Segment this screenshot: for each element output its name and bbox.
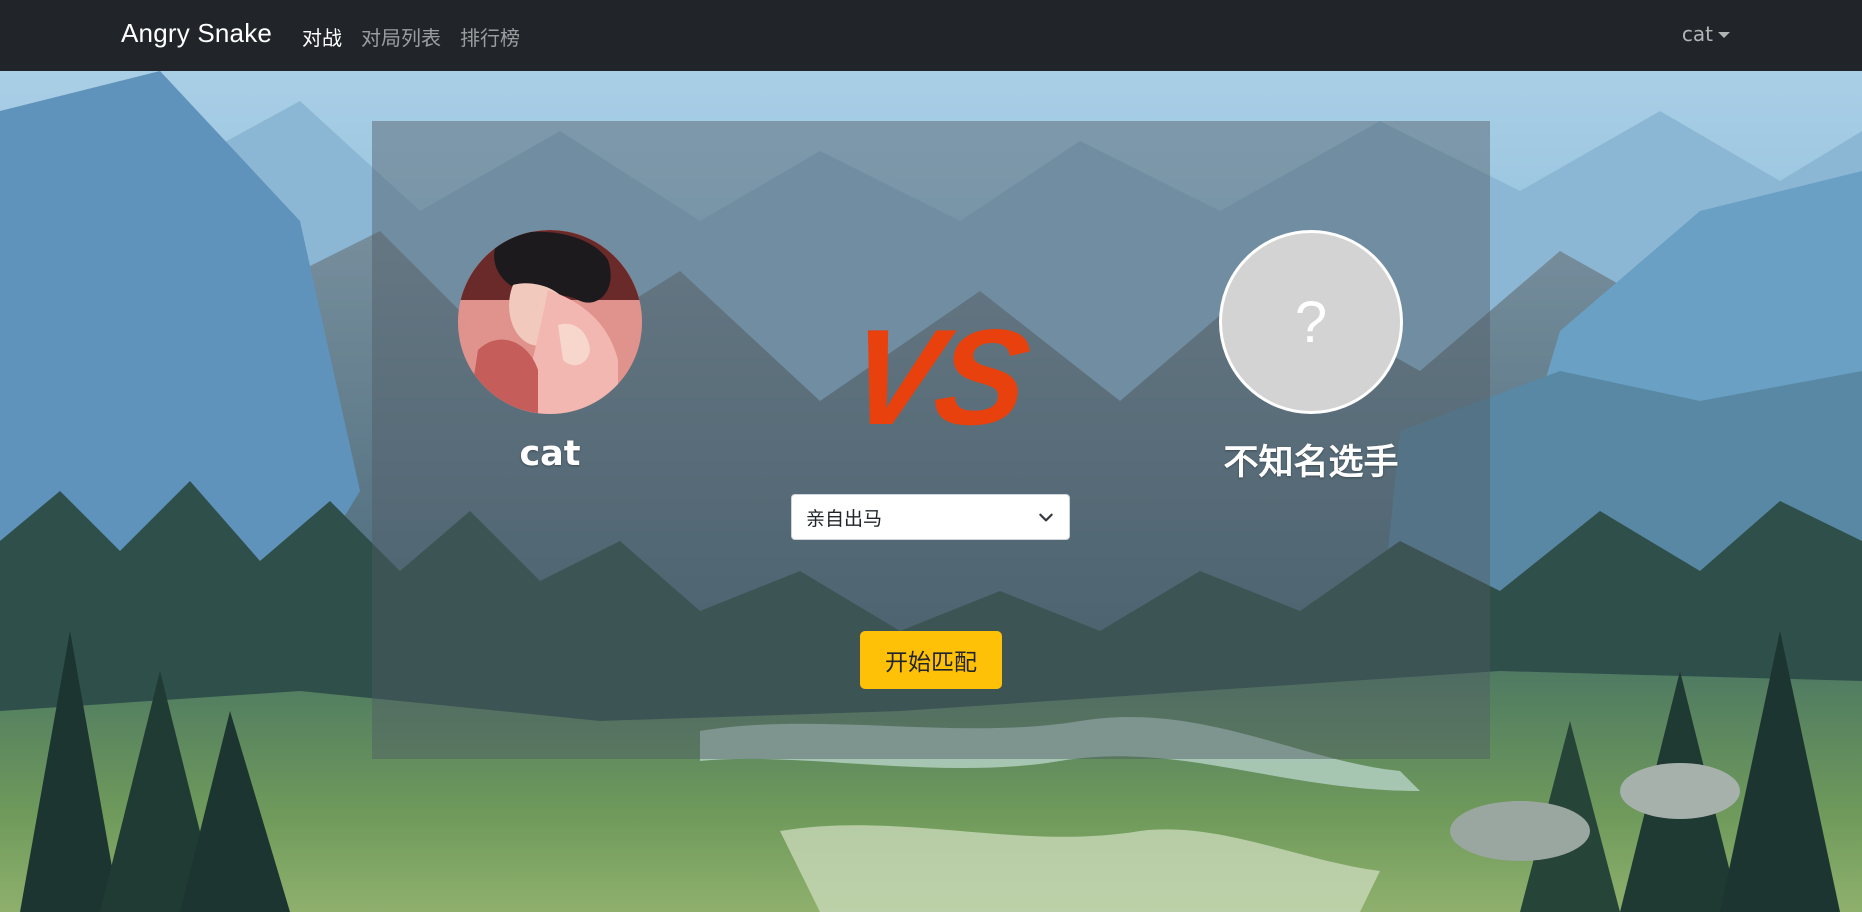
brand-logo-link[interactable]: Angry Snake: [121, 18, 272, 49]
chevron-down-icon: [1039, 513, 1053, 522]
vs-label: VS: [839, 301, 1035, 453]
self-player-name: cat: [519, 434, 581, 474]
self-player: cat: [457, 230, 643, 474]
nav-link-ranklist[interactable]: 排行榜: [460, 22, 520, 51]
bot-select-value: 亲自出马: [806, 507, 883, 530]
question-mark-icon: ?: [1294, 289, 1328, 355]
user-avatar: [458, 230, 642, 414]
opponent-avatar-placeholder: ?: [1219, 230, 1403, 414]
caret-down-icon: [1718, 32, 1730, 38]
user-dropdown-toggle[interactable]: cat: [1682, 22, 1730, 46]
username-label: cat: [1681, 22, 1713, 46]
match-panel: cat VS ? 不知名选手 亲自出马 开始匹配: [372, 121, 1490, 759]
opponent-player-name: 不知名选手: [1223, 443, 1399, 483]
opponent-player: ? 不知名选手: [1218, 230, 1404, 485]
start-match-button[interactable]: 开始匹配: [860, 631, 1002, 689]
top-navbar: Angry Snake 对战 对局列表 排行榜 cat: [0, 0, 1862, 71]
nav-link-pk[interactable]: 对战: [302, 22, 342, 51]
nav-link-record-list[interactable]: 对局列表: [361, 22, 441, 51]
nav-links: 对战 对局列表 排行榜: [302, 22, 520, 51]
bot-select-dropdown[interactable]: 亲自出马: [791, 494, 1070, 540]
